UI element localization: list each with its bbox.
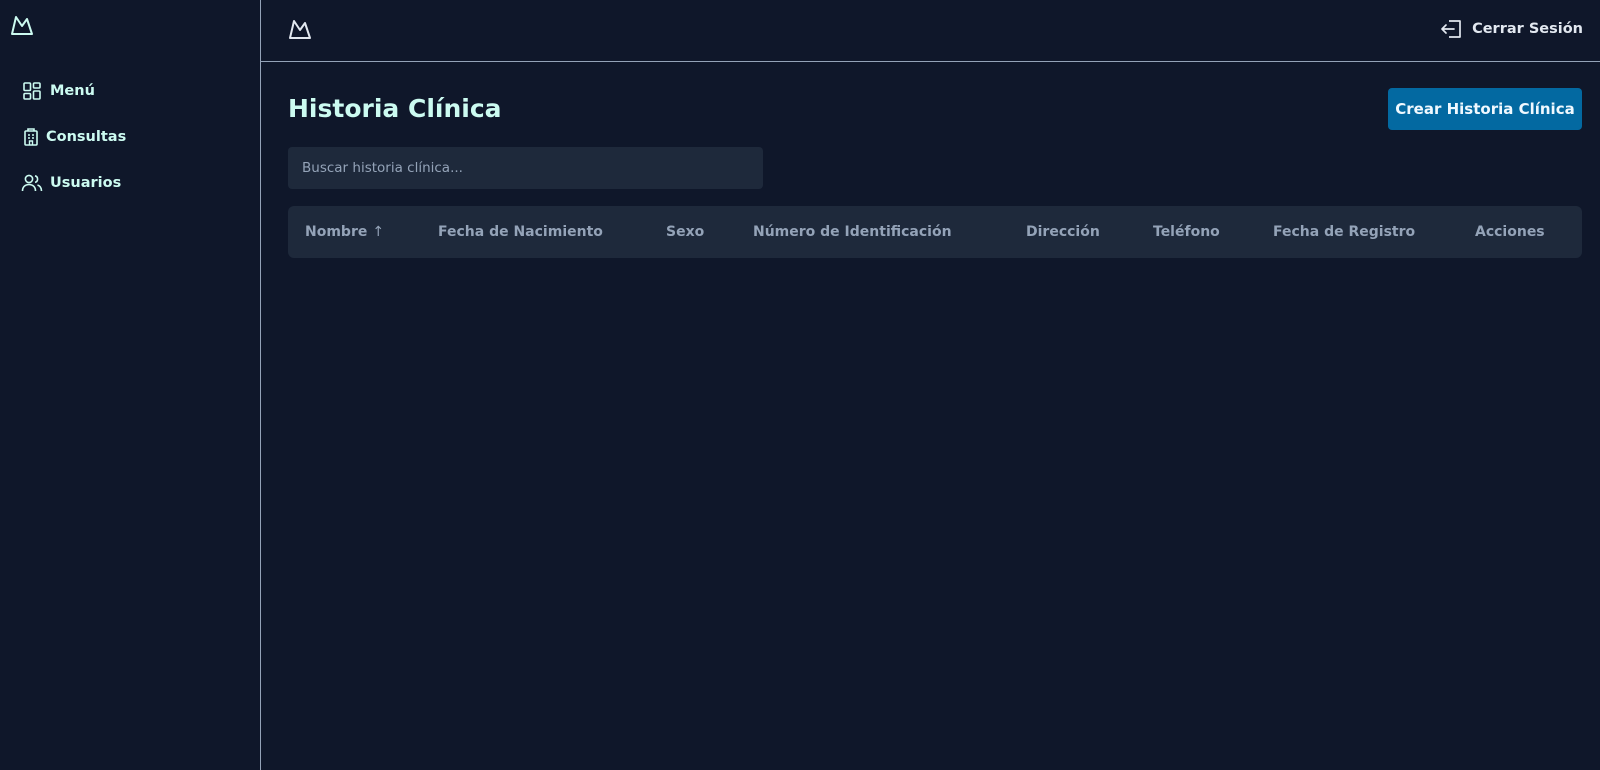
column-header-label: Nombre: [305, 224, 368, 240]
column-header-label: Número de Identificación: [753, 224, 952, 240]
sidebar-nav: Menú Consultas Usuarios: [21, 79, 126, 217]
users-icon: [21, 172, 43, 194]
column-header-fecha-registro[interactable]: Fecha de Registro: [1273, 206, 1415, 258]
column-header-label: Teléfono: [1153, 224, 1220, 240]
mountain-logo-icon[interactable]: [10, 14, 34, 36]
column-header-label: Dirección: [1026, 224, 1100, 240]
page-title: Historia Clínica: [288, 94, 502, 123]
column-header-numero-identificacion[interactable]: Número de Identificación: [753, 206, 952, 258]
mountain-logo-icon[interactable]: [288, 18, 312, 40]
logout-icon: [1440, 18, 1464, 40]
logout-label: Cerrar Sesión: [1472, 21, 1583, 37]
grid-icon: [21, 80, 43, 102]
column-header-fecha-nacimiento[interactable]: Fecha de Nacimiento: [438, 206, 603, 258]
column-header-label: Acciones: [1475, 224, 1545, 240]
sort-ascending-icon: ↑: [372, 224, 385, 240]
sidebar-item-label: Consultas: [46, 129, 127, 145]
sidebar-item-label: Usuarios: [50, 175, 122, 191]
column-header-label: Fecha de Nacimiento: [438, 224, 603, 240]
column-header-nombre[interactable]: Nombre ↑: [305, 206, 384, 258]
app-root: Menú Consultas Usuarios Cerrar Sesión Hi…: [0, 0, 1600, 770]
building-icon: [22, 126, 40, 148]
logout-button[interactable]: Cerrar Sesión: [1440, 17, 1583, 41]
topbar: Cerrar Sesión: [261, 0, 1600, 62]
table-header: Nombre ↑ Fecha de Nacimiento Sexo Número …: [288, 206, 1582, 258]
column-header-acciones: Acciones: [1475, 206, 1545, 258]
sidebar-item-menu[interactable]: Menú: [21, 79, 126, 103]
column-header-telefono[interactable]: Teléfono: [1153, 206, 1220, 258]
sidebar: Menú Consultas Usuarios: [0, 0, 261, 770]
main-content: Historia Clínica Crear Historia Clínica …: [261, 62, 1600, 770]
sidebar-item-label: Menú: [50, 83, 95, 99]
column-header-label: Fecha de Registro: [1273, 224, 1416, 240]
column-header-sexo[interactable]: Sexo: [666, 206, 704, 258]
column-header-direccion[interactable]: Dirección: [1026, 206, 1100, 258]
column-header-label: Sexo: [666, 224, 705, 240]
search-input[interactable]: [288, 147, 763, 189]
sidebar-item-consultas[interactable]: Consultas: [21, 125, 126, 149]
sidebar-item-usuarios[interactable]: Usuarios: [21, 171, 126, 195]
create-clinical-history-button[interactable]: Crear Historia Clínica: [1388, 88, 1582, 130]
